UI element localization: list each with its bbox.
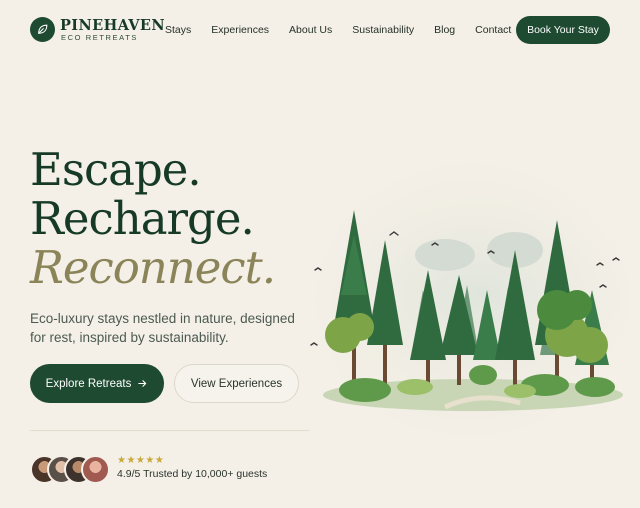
nav-link-stays[interactable]: Stays	[165, 24, 191, 36]
brand-name[interactable]: PINEHAVEN	[60, 17, 165, 34]
brand-tagline: ECO RETREATS	[61, 33, 138, 42]
explore-retreats-label: Explore Retreats	[45, 377, 132, 390]
headline-reconnect: Reconnect.	[30, 241, 276, 294]
nav-link-contact[interactable]: Contact	[475, 24, 511, 36]
trust-text: 4.9/5 Trusted by 10,000+ guests	[117, 468, 268, 480]
hero-subtitle: Eco-luxury stays nestled in nature, desi…	[30, 311, 295, 345]
rating-stars: ★★★★★	[117, 455, 165, 466]
nav-link-about-us[interactable]: About Us	[289, 24, 332, 36]
headline-escape: Escape.	[30, 143, 202, 196]
explore-retreats-button[interactable]: Explore Retreats	[30, 364, 164, 403]
view-experiences-button[interactable]: View Experiences	[174, 364, 299, 403]
top-navigation: PINEHAVEN ECO RETREATS Stays Experiences…	[0, 0, 640, 60]
nav-link-sustainability[interactable]: Sustainability	[352, 24, 414, 36]
arrow-right-icon	[138, 380, 147, 387]
forest-illustration	[310, 195, 640, 415]
leaf-icon	[38, 24, 48, 34]
book-your-stay-button[interactable]: Book Your Stay	[516, 16, 610, 44]
section-divider	[30, 430, 310, 431]
nav-link-blog[interactable]: Blog	[434, 24, 455, 36]
avatar	[81, 455, 110, 484]
logo-badge[interactable]	[30, 17, 55, 42]
headline-recharge: Recharge.	[30, 192, 255, 245]
nav-links: Stays Experiences About Us Sustainabilit…	[165, 24, 531, 36]
nav-link-experiences[interactable]: Experiences	[211, 24, 269, 36]
